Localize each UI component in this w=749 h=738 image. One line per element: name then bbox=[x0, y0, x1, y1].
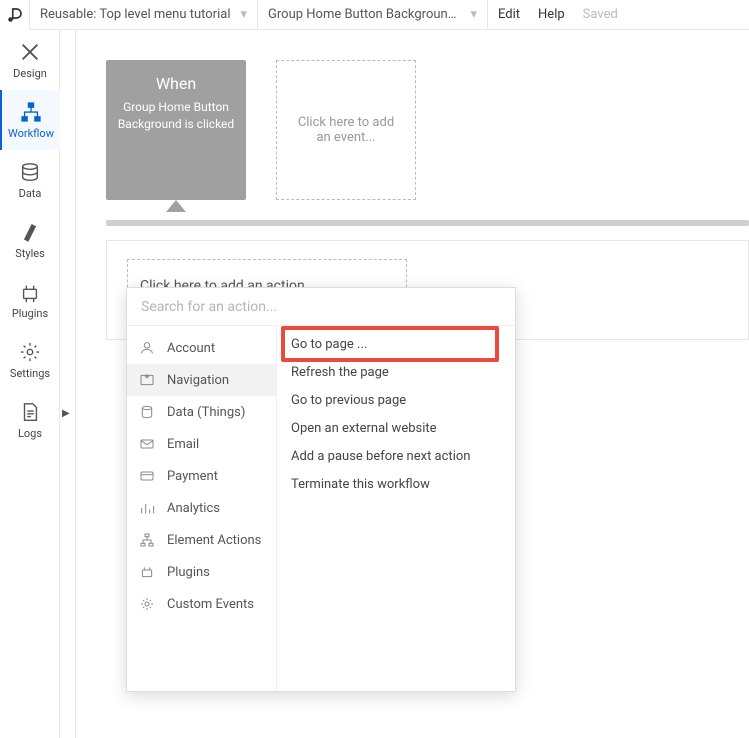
category-label: Navigation bbox=[167, 373, 229, 388]
breadcrumb-label: Group Home Button Background... bbox=[268, 7, 460, 22]
chevron-down-icon: ▾ bbox=[240, 7, 247, 22]
account-icon bbox=[139, 340, 155, 356]
element-icon bbox=[139, 532, 155, 548]
navigation-icon bbox=[139, 372, 155, 388]
events-row: When Group Home Button Background is cli… bbox=[106, 60, 416, 200]
category-payment[interactable]: Payment bbox=[127, 460, 276, 492]
sidebar-item-label: Plugins bbox=[12, 307, 48, 320]
action-label: Open an external website bbox=[291, 421, 437, 436]
action-previous-page[interactable]: Go to previous page bbox=[277, 386, 515, 414]
payment-icon bbox=[139, 468, 155, 484]
sidebar-item-workflow[interactable]: Workflow bbox=[0, 90, 60, 150]
save-status: Saved bbox=[583, 7, 618, 22]
design-icon bbox=[19, 41, 41, 63]
sidebar-item-data[interactable]: Data bbox=[0, 150, 60, 210]
app-logo[interactable] bbox=[0, 0, 30, 30]
event-card[interactable]: When Group Home Button Background is cli… bbox=[106, 60, 246, 200]
category-email[interactable]: Email bbox=[127, 428, 276, 460]
category-label: Custom Events bbox=[167, 597, 254, 612]
category-label: Data (Things) bbox=[167, 405, 245, 420]
action-label: Go to previous page bbox=[291, 393, 406, 408]
sidebar-item-settings[interactable]: Settings bbox=[0, 330, 60, 390]
plugins-icon bbox=[19, 281, 41, 303]
data-icon bbox=[19, 161, 41, 183]
logs-icon bbox=[19, 401, 41, 423]
category-label: Payment bbox=[167, 469, 218, 484]
category-custom-events[interactable]: Custom Events bbox=[127, 588, 276, 620]
action-open-external[interactable]: Open an external website bbox=[277, 414, 515, 442]
category-navigation[interactable]: Navigation bbox=[127, 364, 276, 396]
event-when-label: When bbox=[156, 74, 196, 93]
category-data[interactable]: Data (Things) bbox=[127, 396, 276, 428]
menu-help[interactable]: Help bbox=[538, 7, 565, 22]
sidebar-item-label: Logs bbox=[18, 427, 42, 440]
action-search-input[interactable] bbox=[141, 299, 501, 315]
sidebar-item-label: Data bbox=[19, 187, 42, 200]
action-label: Refresh the page bbox=[291, 365, 389, 380]
plugins-icon bbox=[139, 564, 155, 580]
menu-edit[interactable]: Edit bbox=[498, 7, 520, 22]
add-event-card[interactable]: Click here to add an event... bbox=[276, 60, 416, 200]
category-label: Analytics bbox=[167, 501, 220, 516]
category-element-actions[interactable]: Element Actions bbox=[127, 524, 276, 556]
left-sidebar: Design Workflow Data Styles Plugins Sett… bbox=[0, 30, 60, 738]
sidebar-item-styles[interactable]: Styles bbox=[0, 210, 60, 270]
workflow-icon bbox=[20, 101, 42, 123]
sidebar-item-label: Design bbox=[13, 67, 47, 80]
sidebar-item-plugins[interactable]: Plugins bbox=[0, 270, 60, 330]
action-terminate[interactable]: Terminate this workflow bbox=[277, 470, 515, 498]
category-plugins[interactable]: Plugins bbox=[127, 556, 276, 588]
settings-icon bbox=[19, 341, 41, 363]
action-search-row bbox=[127, 288, 515, 326]
sidebar-item-logs[interactable]: Logs bbox=[0, 390, 60, 450]
event-description: Group Home Button Background is clicked bbox=[116, 99, 236, 133]
custom-icon bbox=[139, 596, 155, 612]
category-account[interactable]: Account bbox=[127, 332, 276, 364]
sidebar-item-label: Workflow bbox=[8, 127, 54, 140]
breadcrumb-reusable[interactable]: Reusable: Top level menu tutorial ▾ bbox=[30, 0, 258, 30]
top-menu: Edit Help Saved bbox=[488, 7, 618, 22]
action-add-pause[interactable]: Add a pause before next action bbox=[277, 442, 515, 470]
event-arrow-indicator bbox=[166, 200, 186, 212]
workflow-canvas: When Group Home Button Background is cli… bbox=[76, 30, 749, 738]
action-list: Go to page ... Refresh the page Go to pr… bbox=[277, 326, 515, 691]
action-label: Add a pause before next action bbox=[291, 449, 470, 464]
popup-body: Account Navigation Data (Things) Email P… bbox=[127, 326, 515, 691]
email-icon bbox=[139, 436, 155, 452]
action-go-to-page[interactable]: Go to page ... bbox=[277, 330, 515, 358]
sidebar-item-design[interactable]: Design bbox=[0, 30, 60, 90]
styles-icon bbox=[19, 221, 41, 243]
add-event-label: Click here to add an event... bbox=[293, 115, 399, 145]
data-icon bbox=[139, 404, 155, 420]
chevron-down-icon: ▾ bbox=[470, 7, 477, 22]
sidebar-item-label: Styles bbox=[15, 247, 45, 260]
category-label: Account bbox=[167, 341, 215, 356]
category-label: Plugins bbox=[167, 565, 210, 580]
action-picker-popup: Account Navigation Data (Things) Email P… bbox=[126, 287, 516, 692]
timeline-bar bbox=[106, 220, 749, 226]
category-analytics[interactable]: Analytics bbox=[127, 492, 276, 524]
action-refresh-page[interactable]: Refresh the page bbox=[277, 358, 515, 386]
category-label: Email bbox=[167, 437, 199, 452]
action-label: Go to page ... bbox=[291, 337, 367, 352]
category-label: Element Actions bbox=[167, 533, 261, 548]
action-categories: Account Navigation Data (Things) Email P… bbox=[127, 326, 277, 691]
action-label: Terminate this workflow bbox=[291, 477, 430, 492]
top-bar: Reusable: Top level menu tutorial ▾ Grou… bbox=[0, 0, 749, 30]
breadcrumb-element[interactable]: Group Home Button Background... ▾ bbox=[258, 0, 488, 30]
analytics-icon bbox=[139, 500, 155, 516]
sidebar-flyout-handle[interactable]: ▶ bbox=[62, 408, 70, 419]
breadcrumb-label: Reusable: Top level menu tutorial bbox=[40, 7, 230, 22]
sidebar-item-label: Settings bbox=[10, 367, 50, 380]
